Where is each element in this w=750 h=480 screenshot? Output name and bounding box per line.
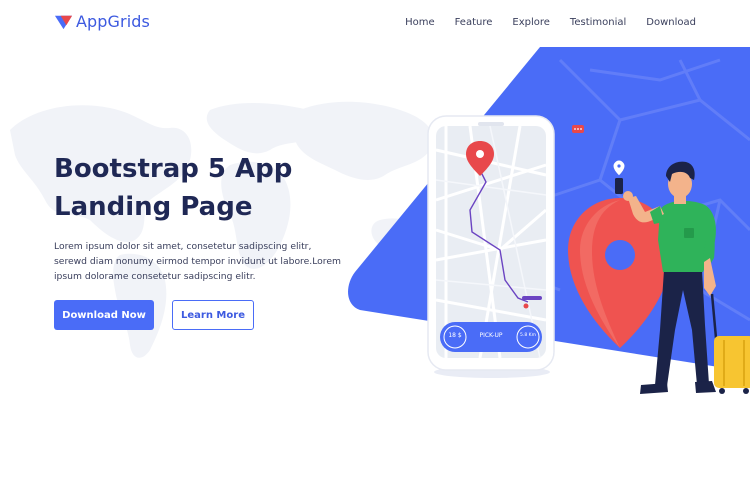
pickup-button[interactable]: PICK-UP [470, 332, 512, 339]
hero-description-line: ipsum dolorame consetetur sadipscing eli… [54, 271, 256, 282]
site-header: AppGrids Home Feature Explore Testimonia… [0, 0, 750, 46]
brand-name: AppGrids [76, 12, 150, 31]
hero-title: Bootstrap 5 App Landing Page [54, 150, 374, 226]
nav-link-explore[interactable]: Explore [512, 17, 550, 28]
hero-title-line: Landing Page [54, 192, 253, 222]
main-nav: Home Feature Explore Testimonial Downloa… [385, 17, 696, 28]
nav-link-feature[interactable]: Feature [455, 17, 493, 28]
nav-link-download[interactable]: Download [646, 17, 696, 28]
hero-description-line: serewd diam nonumy eirmod tempor invidun… [54, 256, 341, 267]
hero-description-line: Lorem ipsum dolor sit amet, consetetur s… [54, 241, 312, 252]
learn-more-button[interactable]: Learn More [172, 300, 254, 330]
distance-chip[interactable]: 5.8 Km [516, 333, 540, 338]
logo-mark-icon [54, 15, 73, 30]
download-now-button[interactable]: Download Now [54, 300, 154, 330]
hero-title-line: Bootstrap 5 App [54, 154, 293, 184]
brand-logo[interactable]: AppGrids [54, 12, 150, 31]
phone-bottom-bar: 18 $ PICK-UP 5.8 Km [440, 322, 542, 352]
nav-link-testimonial[interactable]: Testimonial [570, 17, 626, 28]
nav-link-home[interactable]: Home [405, 17, 435, 28]
hero-description: Lorem ipsum dolor sit amet, consetetur s… [54, 239, 341, 284]
price-chip[interactable]: 18 $ [443, 332, 467, 339]
